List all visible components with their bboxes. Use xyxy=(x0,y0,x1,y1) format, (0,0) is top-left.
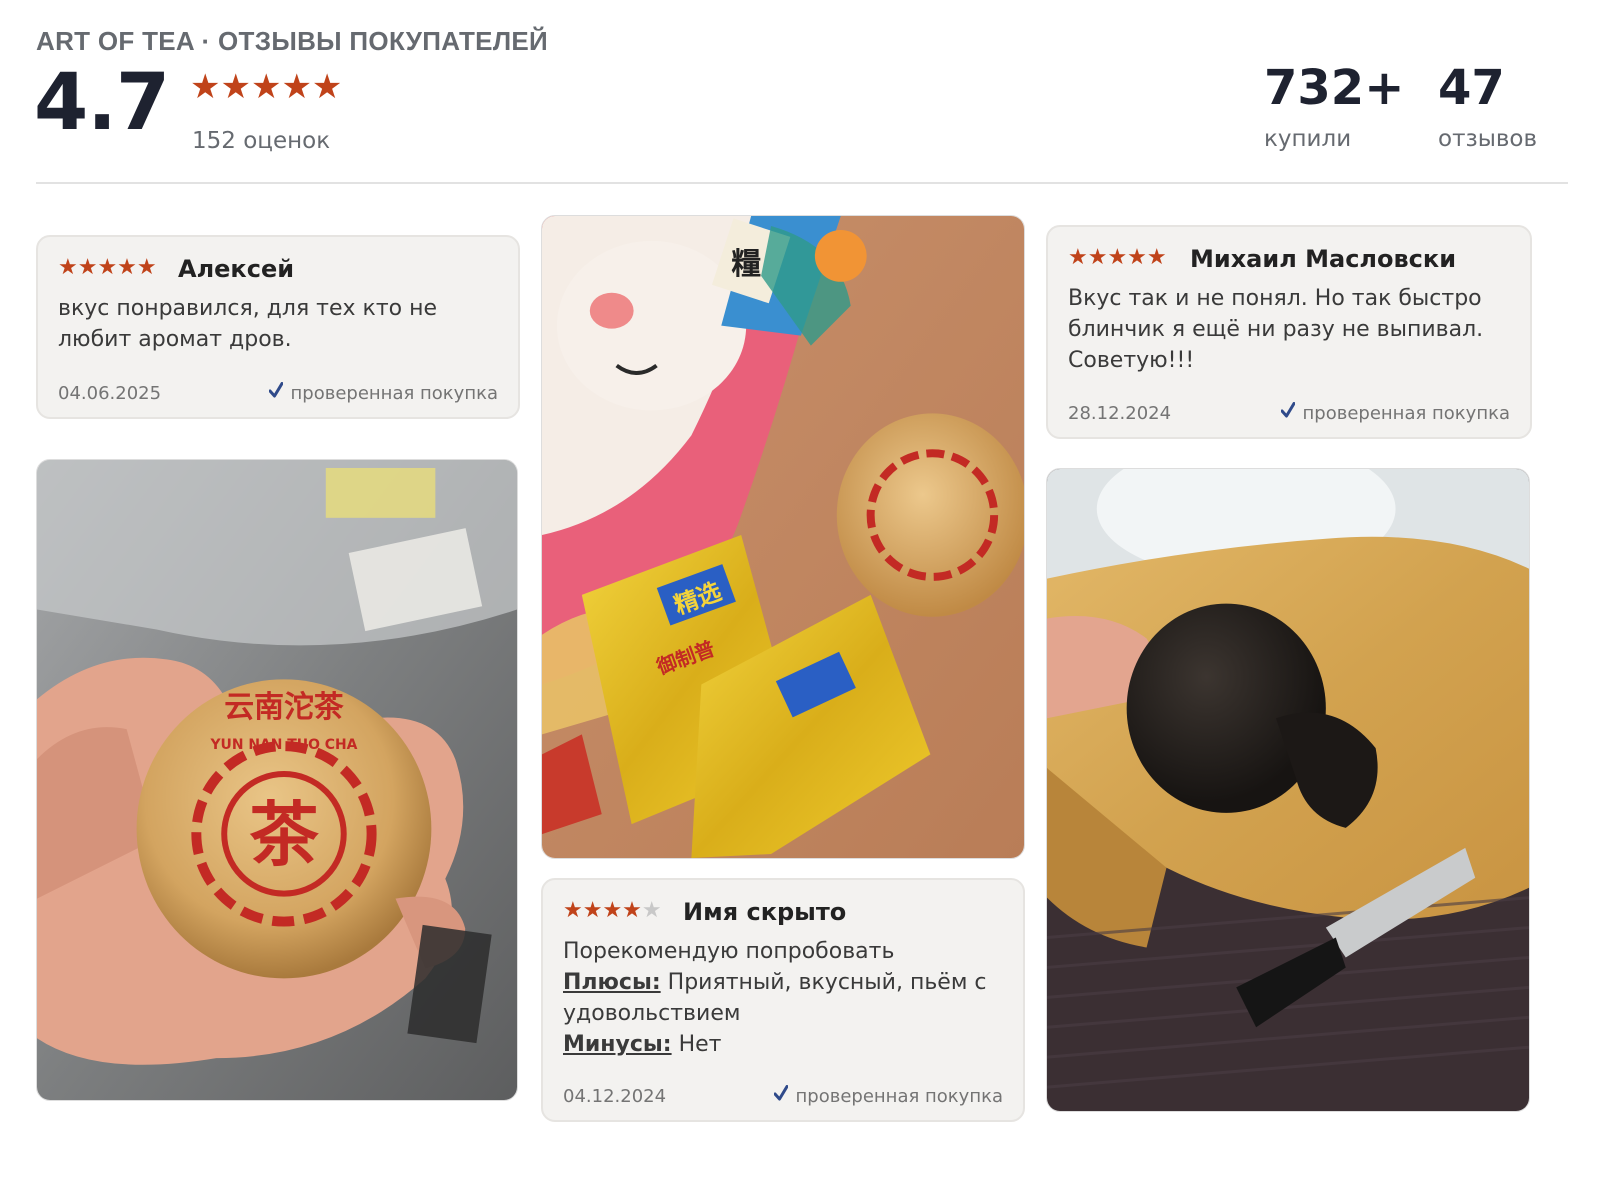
review-card-aleksey: ★★★★★ Алексей вкус понравился, для тех к… xyxy=(36,235,520,419)
pros-label: Плюсы: xyxy=(563,970,661,995)
verified-label: проверенная покупка xyxy=(795,1086,1003,1107)
review-text: Порекомендую попробовать Плюсы: Приятный… xyxy=(563,936,1005,1060)
photo-tea-packages[interactable]: 糧 精选 御制普 xyxy=(541,215,1025,859)
stat-reviews: 47 отзывов xyxy=(1438,64,1537,152)
review-date: 28.12.2024 xyxy=(1068,403,1172,424)
average-rating-stars: ★★★★★ xyxy=(190,67,343,107)
verified-label: проверенная покупка xyxy=(1302,403,1510,424)
cons-label: Минусы: xyxy=(563,1032,672,1057)
photo-text-liang: 糧 xyxy=(731,247,761,282)
review-cons: Минусы: Нет xyxy=(563,1029,1005,1060)
stat-reviews-label: отзывов xyxy=(1438,126,1538,152)
photo-broken-tea-ball[interactable] xyxy=(1046,468,1530,1112)
review-stars: ★★★★★ xyxy=(58,257,157,279)
photo-text-cha: 茶 xyxy=(249,795,319,876)
tea-ball-in-hand-image: 茶 云南沱茶 YUN NAN TUO CHA xyxy=(37,460,517,1100)
photo-tea-ball-in-hand[interactable]: 茶 云南沱茶 YUN NAN TUO CHA xyxy=(36,459,518,1101)
photo-text-yunnan: 云南沱茶 xyxy=(224,690,344,725)
review-text: вкус понравился, для тех кто не любит ар… xyxy=(58,296,438,352)
stat-bought-value: 732+ xyxy=(1264,60,1405,116)
review-author: Алексей xyxy=(178,255,295,283)
review-date: 04.12.2024 xyxy=(563,1086,667,1107)
broken-tea-ball-image xyxy=(1047,469,1529,1111)
verified-label: проверенная покупка xyxy=(290,383,498,404)
rating-count: 152 оценок xyxy=(192,128,331,154)
check-icon xyxy=(1280,402,1295,418)
stat-bought: 732+ купили xyxy=(1264,64,1404,152)
review-card-mikhail: ★★★★★ Михаил Масловски Вкус так и не пон… xyxy=(1046,225,1532,439)
photo-text-latin: YUN NAN TUO CHA xyxy=(209,737,357,753)
review-card-hidden-name: ★★★★★ Имя скрыто Порекомендую попробоват… xyxy=(541,878,1025,1122)
brand-title: ART OF TEA · ОТЗЫВЫ ПОКУПАТЕЛЕЙ xyxy=(36,26,548,56)
review-stars: ★★★★★ xyxy=(1068,247,1167,269)
review-author: Имя скрыто xyxy=(683,898,847,926)
check-icon xyxy=(268,382,283,398)
review-date: 04.06.2025 xyxy=(58,383,162,404)
cons-text: Нет xyxy=(671,1032,722,1057)
reviews-header: ART OF TEA · ОТЗЫВЫ ПОКУПАТЕЛЕЙ 4.7 ★★★★… xyxy=(34,26,1568,184)
tea-packages-image: 糧 精选 御制普 xyxy=(542,216,1024,858)
verified-purchase: проверенная покупка xyxy=(268,381,498,404)
header-divider xyxy=(36,182,1568,184)
review-stars: ★★★★★ xyxy=(563,900,662,922)
star-icon: ★★★★★ xyxy=(1068,245,1167,270)
review-pros: Плюсы: Приятный, вкусный, пьём с удоволь… xyxy=(563,967,1005,1029)
verified-purchase: проверенная покупка xyxy=(1280,401,1510,424)
star-icon: ★★★★ xyxy=(563,898,642,923)
review-text: Вкус так и не понял. Но так быстро блинч… xyxy=(1068,286,1484,373)
review-author: Михаил Масловски xyxy=(1190,245,1457,273)
star-icon: ★ xyxy=(641,898,662,923)
verified-purchase: проверенная покупка xyxy=(773,1084,1003,1107)
star-icon: ★★★★★ xyxy=(58,255,157,280)
check-icon xyxy=(773,1085,788,1101)
review-summary: Порекомендую попробовать xyxy=(563,939,895,964)
average-rating: 4.7 xyxy=(34,58,170,148)
stat-bought-label: купили xyxy=(1264,126,1352,152)
stat-reviews-value: 47 xyxy=(1438,60,1505,116)
